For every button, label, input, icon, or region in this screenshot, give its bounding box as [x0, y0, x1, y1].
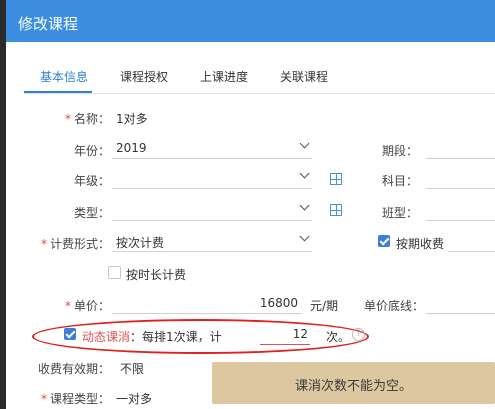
grade-label: 年级： [73, 174, 110, 188]
unit-price-label: * 单价： [64, 299, 110, 313]
subject-select[interactable] [426, 168, 495, 189]
class-type-label: 班型： [381, 206, 418, 220]
tab-bar: 基本信息 课程授权 上课进度 关联课程 [24, 60, 495, 94]
grid-icon[interactable] [330, 204, 342, 216]
dialog-header: 修改课程 [6, 0, 495, 42]
dynamic-consumption-checkbox[interactable] [64, 328, 76, 340]
unit-price-value: 16800 [259, 296, 298, 310]
by-term-checkbox[interactable] [378, 235, 390, 247]
year-select[interactable]: 2019 [112, 138, 312, 159]
fee-form-select[interactable]: 按次计费 [112, 231, 312, 252]
tab-basic-info[interactable]: 基本信息 [40, 68, 88, 85]
name-value[interactable]: 1对多 [116, 110, 148, 127]
unit-price-unit: 元/期 [310, 299, 339, 313]
chevron-down-icon [299, 168, 310, 179]
chevron-down-icon [299, 138, 310, 149]
edit-course-dialog: 修改课程 基本信息 课程授权 上课进度 关联课程 * 名称： 1对多 年份： 20… [6, 0, 495, 409]
chevron-down-icon [299, 231, 310, 242]
tab-progress[interactable]: 上课进度 [200, 68, 248, 85]
course-type-value[interactable]: 一对多 [116, 390, 152, 407]
grade-select[interactable] [112, 168, 312, 189]
grid-icon[interactable] [330, 173, 342, 185]
error-toast: 课消次数不能为空。 [212, 362, 495, 404]
tab-related-course[interactable]: 关联课程 [280, 68, 328, 85]
by-term-label: 按期收费 [396, 237, 445, 251]
tab-course-auth[interactable]: 课程授权 [120, 68, 168, 85]
floor-price-label: 单价底线： [363, 299, 424, 313]
fee-form-value: 按次计费 [116, 236, 165, 250]
chevron-down-icon [299, 200, 310, 211]
by-duration-label: 按时长计费 [126, 268, 187, 282]
validity-label: 收费有效期： [37, 362, 110, 376]
year-label: 年份： [73, 144, 110, 158]
dynamic-consumption-label: 动态课消 [82, 330, 131, 344]
by-duration-checkbox[interactable] [108, 266, 121, 279]
name-label: * 名称： [64, 112, 110, 126]
term-label: 期段： [381, 144, 418, 158]
year-value: 2019 [116, 141, 147, 155]
consumption-count-input[interactable]: 12 [260, 324, 310, 345]
term-select[interactable] [426, 138, 495, 159]
active-tab-indicator [24, 91, 92, 93]
question-circle-icon[interactable]: ? [352, 328, 365, 341]
dialog-title: 修改课程 [18, 15, 79, 33]
fee-form-label: * 计费形式： [40, 237, 110, 251]
toast-message: 课消次数不能为空。 [294, 379, 412, 394]
type-label: 类型： [73, 206, 110, 220]
floor-price-input[interactable] [426, 293, 495, 314]
type-select[interactable] [112, 200, 312, 221]
unit-price-input[interactable]: 16800 [112, 293, 302, 314]
by-term-input[interactable] [448, 231, 495, 252]
validity-value[interactable]: 不限 [120, 360, 144, 377]
dynamic-consumption-desc: ：每排1次课，计 [130, 330, 222, 344]
course-type-label: * 课程类型： [40, 392, 110, 406]
consumption-count-unit: 次。 [326, 330, 351, 344]
subject-label: 科目： [381, 174, 418, 188]
consumption-count-value: 12 [292, 327, 308, 341]
class-type-select[interactable] [426, 200, 495, 221]
